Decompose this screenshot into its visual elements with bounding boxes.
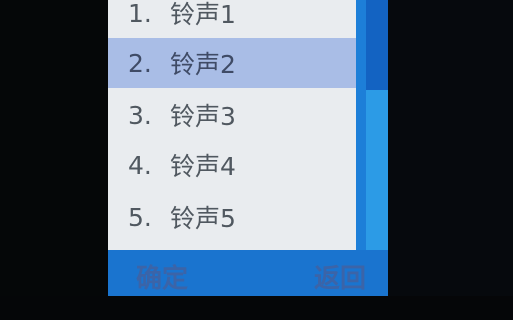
confirm-softkey[interactable]: 确定 — [136, 258, 188, 295]
phone-bezel-right — [388, 0, 513, 320]
item-label: 铃声4 — [170, 152, 236, 181]
phone-screen: 1. 铃声1 2. 铃声2 3. 铃声3 4. 铃声4 5. 铃声5 确定 返回 — [108, 0, 388, 296]
item-number: 3. — [128, 100, 152, 130]
list-item[interactable]: 3. 铃声3 — [108, 90, 356, 140]
list-item[interactable]: 4. 铃声4 — [108, 140, 356, 190]
phone-bezel-bottom — [0, 296, 513, 320]
scrollbar[interactable] — [356, 0, 388, 250]
item-label: 铃声2 — [170, 50, 236, 79]
list-item[interactable]: 1. 铃声1 — [108, 0, 356, 38]
list-item[interactable]: 5. 铃声5 — [108, 192, 356, 242]
item-label: 铃声3 — [170, 102, 236, 131]
item-number: 2. — [128, 48, 152, 78]
item-number: 1. — [128, 0, 152, 28]
back-softkey[interactable]: 返回 — [314, 258, 366, 295]
item-number: 4. — [128, 150, 152, 180]
scrollbar-thumb[interactable] — [366, 0, 388, 90]
ringtone-list: 1. 铃声1 2. 铃声2 3. 铃声3 4. 铃声4 5. 铃声5 — [108, 0, 356, 250]
phone-bezel-left — [0, 0, 108, 320]
item-number: 5. — [128, 202, 152, 232]
list-item-selected[interactable]: 2. 铃声2 — [108, 38, 356, 88]
item-label: 铃声5 — [170, 204, 236, 233]
softkey-bar: 确定 返回 — [108, 250, 388, 296]
item-label: 铃声1 — [170, 0, 236, 29]
